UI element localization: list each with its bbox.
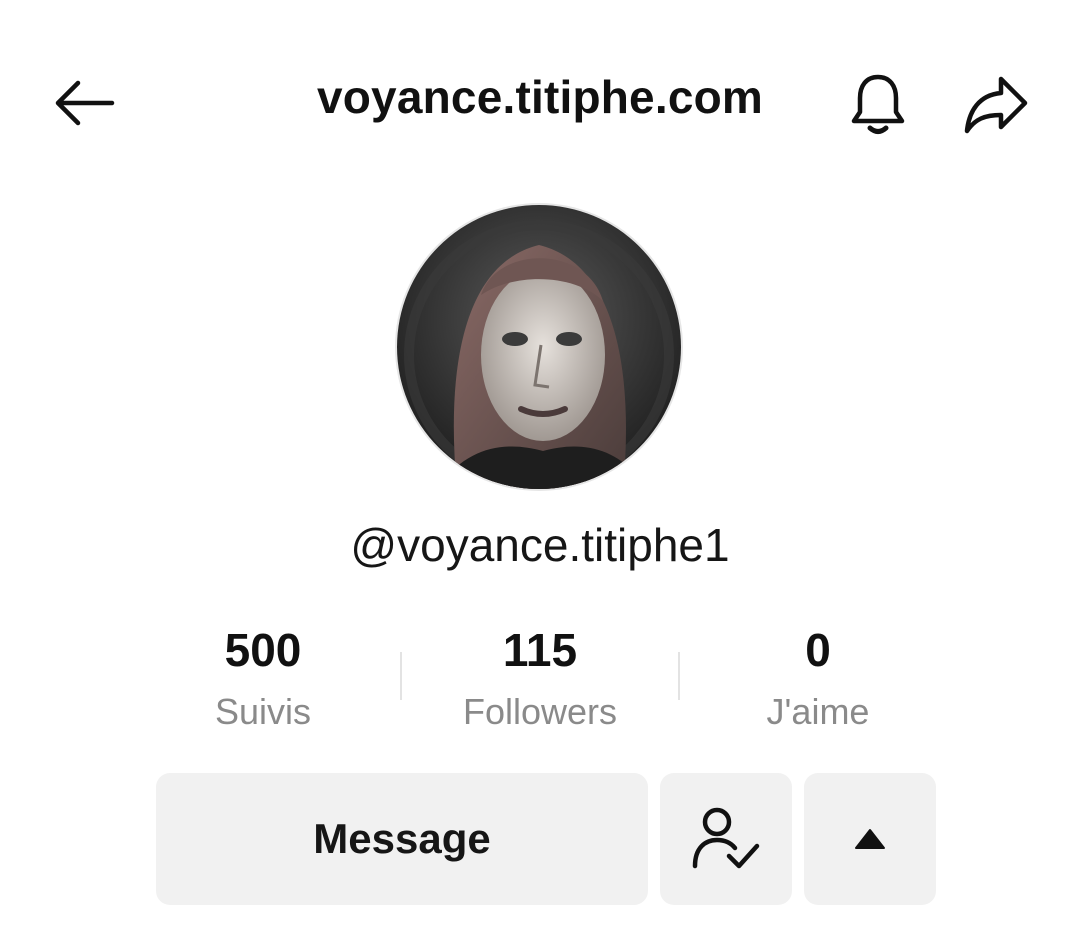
username: @voyance.titiphe1: [350, 519, 730, 571]
stat-following-count: 500: [224, 624, 302, 676]
stat-following[interactable]: 500 Suivis: [123, 620, 403, 744]
notifications-button[interactable]: [838, 64, 918, 144]
share-icon: [964, 76, 1028, 134]
stat-followers[interactable]: 115 Followers: [400, 620, 680, 744]
stat-followers-count: 115: [502, 624, 578, 676]
top-navigation-bar: voyance.titiphe.com: [0, 40, 1080, 160]
more-button[interactable]: [804, 773, 936, 905]
user-check-icon: [692, 807, 760, 869]
profile-avatar[interactable]: [397, 205, 681, 489]
message-button[interactable]: Message: [156, 773, 648, 905]
profile-stats: 500 Suivis 115 Followers 0 J'aime: [0, 620, 1080, 740]
page-title: voyance.titiphe.com: [316, 71, 764, 123]
stat-likes-count: 0: [805, 624, 831, 676]
stat-followers-label: Followers: [462, 691, 618, 732]
back-arrow-icon: [55, 80, 115, 126]
stat-likes-label: J'aime: [766, 691, 870, 732]
share-button[interactable]: [956, 64, 1036, 144]
stat-likes[interactable]: 0 J'aime: [678, 620, 958, 744]
back-button[interactable]: [44, 68, 124, 138]
bell-icon: [851, 74, 905, 134]
stat-following-label: Suivis: [214, 691, 312, 732]
following-button[interactable]: [660, 773, 792, 905]
triangle-up-icon: [855, 829, 885, 849]
